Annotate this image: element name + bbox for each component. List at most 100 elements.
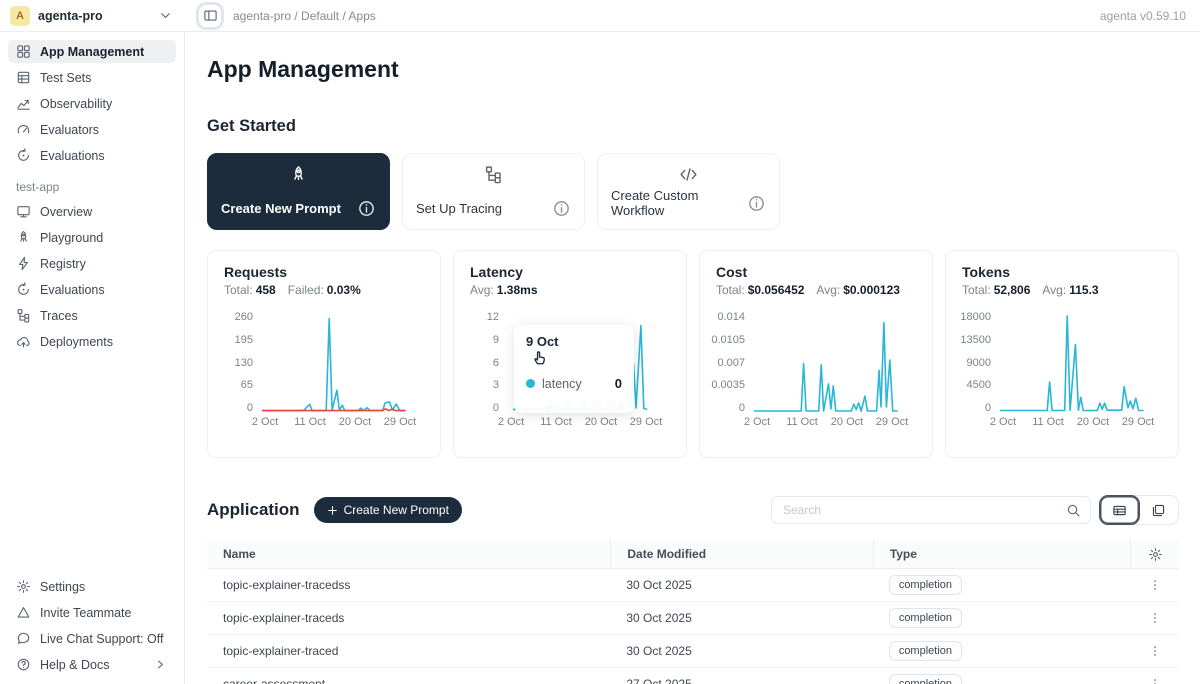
x-axis-labels: 2 Oct11 Oct20 Oct29 Oct xyxy=(506,414,656,428)
sidebar-item-registry[interactable]: Registry xyxy=(8,252,176,275)
app-name: topic-explainer-traceds xyxy=(207,611,610,625)
sidebar-item-label: App Management xyxy=(40,45,144,59)
row-actions-menu-icon[interactable] xyxy=(1148,611,1162,625)
sidebar-item-invite-teammate[interactable]: Invite Teammate xyxy=(8,601,176,624)
cost-line-chart[interactable] xyxy=(752,310,902,414)
sidebar-item-app-management[interactable]: App Management xyxy=(8,40,176,63)
sidebar-item-settings[interactable]: Settings xyxy=(8,575,176,598)
type-badge: completion xyxy=(889,641,962,661)
stat-summary: Total:458 Failed:0.03% xyxy=(224,283,424,297)
search-box xyxy=(771,496,1091,524)
rocket-icon xyxy=(16,230,31,245)
info-icon[interactable] xyxy=(552,199,571,218)
sidebar-item-label: Playground xyxy=(40,231,103,245)
sidebar-toggle-icon[interactable] xyxy=(199,5,221,27)
type-badge: completion xyxy=(889,575,962,595)
trend-chart-icon xyxy=(16,96,31,111)
card-label: Set Up Tracing xyxy=(416,201,502,216)
stat-summary: Avg:1.38ms xyxy=(470,283,670,297)
sidebar-item-label: Test Sets xyxy=(40,71,91,85)
plus-icon xyxy=(327,505,338,516)
sidebar-item-live-chat[interactable]: Live Chat Support: Off xyxy=(8,627,176,650)
sidebar-item-evaluators[interactable]: Evaluators xyxy=(8,118,176,141)
gauge-icon xyxy=(16,122,31,137)
sidebar: App Management Test Sets Observability E… xyxy=(0,32,185,684)
y-axis-labels: 260195130650 xyxy=(224,310,260,414)
y-axis-labels: 1800013500900045000 xyxy=(962,310,998,414)
set-up-tracing-card[interactable]: Set Up Tracing xyxy=(402,153,585,230)
search-icon[interactable] xyxy=(1066,503,1081,518)
application-heading: Application xyxy=(207,500,300,520)
sidebar-item-label: Evaluations xyxy=(40,149,105,163)
requests-line-chart[interactable] xyxy=(260,310,410,414)
stat-title: Tokens xyxy=(962,264,1162,280)
column-settings-gear-icon[interactable] xyxy=(1148,547,1163,562)
stat-card-latency: Latency Avg:1.38ms 129630 2 Oct11 Oct20 … xyxy=(453,250,687,458)
sidebar-item-label: Help & Docs xyxy=(40,658,144,672)
stat-summary: Total:$0.056452 Avg:$0.000123 xyxy=(716,283,916,297)
get-started-heading: Get Started xyxy=(207,117,1179,136)
sidebar-item-help-docs[interactable]: Help & Docs xyxy=(8,653,176,676)
sidebar-item-overview[interactable]: Overview xyxy=(8,200,176,223)
cloud-icon xyxy=(16,334,31,349)
info-icon[interactable] xyxy=(747,194,766,213)
row-actions-menu-icon[interactable] xyxy=(1148,578,1162,592)
card-view-button[interactable] xyxy=(1139,496,1178,524)
table-view-button[interactable] xyxy=(1100,496,1139,524)
card-label: Create Custom Workflow xyxy=(611,188,747,218)
row-actions-menu-icon[interactable] xyxy=(1148,644,1162,658)
type-badge: completion xyxy=(889,608,962,628)
x-axis-labels: 2 Oct11 Oct20 Oct29 Oct xyxy=(752,414,902,428)
sidebar-item-deployments[interactable]: Deployments xyxy=(8,330,176,353)
main-content: App Management Get Started Create New Pr… xyxy=(185,32,1200,684)
rocket-icon xyxy=(221,165,376,184)
grid-icon xyxy=(16,44,31,59)
row-actions-menu-icon[interactable] xyxy=(1148,677,1162,684)
date-modified: 30 Oct 2025 xyxy=(610,578,872,592)
gear-icon xyxy=(16,579,31,594)
table-row[interactable]: topic-explainer-traced 30 Oct 2025 compl… xyxy=(207,635,1179,668)
sidebar-item-label: Registry xyxy=(40,257,86,271)
tree-icon xyxy=(16,308,31,323)
tooltip-value: 0 xyxy=(615,376,622,391)
tracing-tree-icon xyxy=(416,165,571,184)
column-header-name: Name xyxy=(207,547,610,561)
sidebar-item-test-sets[interactable]: Test Sets xyxy=(8,66,176,89)
stat-title: Cost xyxy=(716,264,916,280)
create-new-prompt-card[interactable]: Create New Prompt xyxy=(207,153,390,230)
tokens-line-chart[interactable] xyxy=(998,310,1148,414)
sidebar-item-evaluations-app[interactable]: Evaluations xyxy=(8,278,176,301)
sidebar-item-observability[interactable]: Observability xyxy=(8,92,176,115)
table-row[interactable]: career-assessment 27 Oct 2025 completion xyxy=(207,668,1179,684)
stat-title: Latency xyxy=(470,264,670,280)
sidebar-item-traces[interactable]: Traces xyxy=(8,304,176,327)
table-header: Name Date Modified Type xyxy=(207,540,1179,569)
y-axis-labels: 129630 xyxy=(470,310,506,414)
sidebar-item-playground[interactable]: Playground xyxy=(8,226,176,249)
workspace-name: agenta-pro xyxy=(38,9,150,23)
workspace-switcher[interactable]: A agenta-pro xyxy=(0,6,185,26)
create-new-prompt-button[interactable]: Create New Prompt xyxy=(314,497,462,523)
breadcrumb[interactable]: agenta-pro / Default / Apps xyxy=(233,9,376,23)
sidebar-item-evaluations[interactable]: Evaluations xyxy=(8,144,176,167)
search-input[interactable] xyxy=(783,503,1066,517)
series-dot xyxy=(526,379,535,388)
table-row[interactable]: topic-explainer-tracedss 30 Oct 2025 com… xyxy=(207,569,1179,602)
page-title: App Management xyxy=(207,56,1179,83)
sidebar-item-label: Overview xyxy=(40,205,92,219)
lightning-icon xyxy=(16,256,31,271)
app-name: career-assessment xyxy=(207,677,610,684)
info-icon[interactable] xyxy=(357,199,376,218)
date-modified: 27 Oct 2025 xyxy=(610,677,872,684)
view-toggle xyxy=(1099,495,1179,525)
create-custom-workflow-card[interactable]: Create Custom Workflow xyxy=(597,153,780,230)
table-row[interactable]: topic-explainer-traceds 30 Oct 2025 comp… xyxy=(207,602,1179,635)
app-version: agenta v0.59.10 xyxy=(1100,9,1200,23)
tooltip-series-name: latency xyxy=(542,377,582,391)
applications-table: Name Date Modified Type topic-explainer-… xyxy=(207,540,1179,684)
sidebar-item-label: Observability xyxy=(40,97,112,111)
x-axis-labels: 2 Oct11 Oct20 Oct29 Oct xyxy=(998,414,1148,428)
monitor-icon xyxy=(16,204,31,219)
sidebar-section-label: test-app xyxy=(0,167,184,200)
sidebar-item-label: Deployments xyxy=(40,335,113,349)
